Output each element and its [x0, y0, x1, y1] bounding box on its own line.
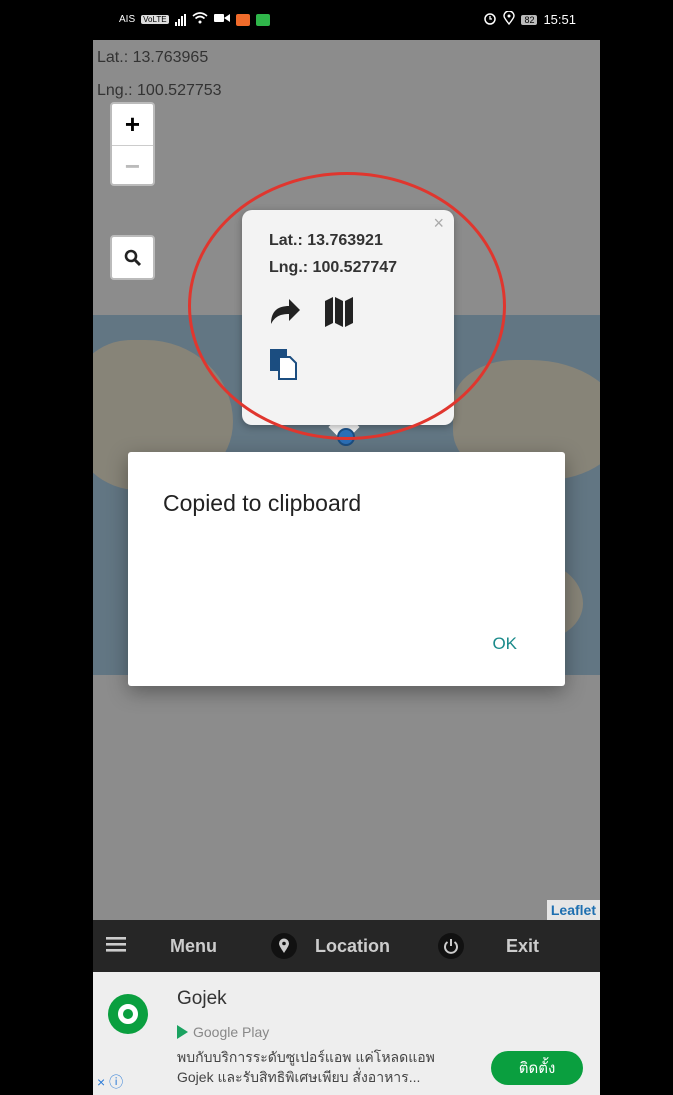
search-icon [124, 249, 141, 266]
dialog-message: Copied to clipboard [163, 490, 362, 516]
ad-install-button[interactable]: ติดตั้ง [491, 1051, 583, 1085]
gojek-logo [108, 994, 148, 1034]
carrier-label: AIS [119, 14, 136, 25]
current-lat: Lat.: 13.763965 [97, 49, 209, 66]
ad-store: Google Play [177, 1024, 269, 1040]
clock-text: 15:51 [543, 12, 576, 27]
location-pin-icon [271, 933, 297, 959]
ad-title: Gojek [177, 988, 227, 1009]
nav-exit-label: Exit [506, 935, 540, 956]
ok-button[interactable]: OK [492, 634, 517, 654]
clipboard-dialog: Copied to clipboard OK [128, 452, 565, 686]
ad-description-line-2: Gojek และรับสิทธิพิเศษเพียบ สั่งอาหาร... [177, 1069, 421, 1085]
google-play-icon [177, 1025, 188, 1039]
location-status-icon [503, 10, 516, 28]
wifi-icon [192, 12, 208, 27]
nav-menu-label: Menu [170, 935, 217, 956]
status-right: 82 15:51 [483, 10, 576, 28]
ad-banner[interactable]: Gojek Google Play พบกับบริการระดับซูเปอร… [93, 972, 600, 1095]
phone-screen: AIS VoLTE 82 15:51 Lat.: 13.763965 Lng.:… [93, 0, 600, 1095]
signal-icon [174, 13, 186, 26]
annotation-circle [188, 172, 506, 440]
status-left: AIS VoLTE [119, 12, 270, 27]
hamburger-icon [106, 936, 126, 957]
nav-location-label: Location [315, 935, 390, 956]
nav-exit[interactable]: Exit [438, 920, 539, 972]
nav-location[interactable]: Location [271, 920, 390, 972]
zoom-in-button[interactable]: + [112, 104, 153, 145]
app-notification-icon-2 [255, 13, 270, 26]
bottom-nav: Menu Location Exit [93, 920, 600, 972]
alarm-icon [483, 11, 497, 28]
current-lng: Lng.: 100.527753 [97, 82, 222, 99]
video-icon [213, 12, 230, 27]
volte-badge: VoLTE [141, 15, 169, 24]
zoom-out-button[interactable]: − [112, 145, 153, 186]
leaflet-attribution[interactable]: Leaflet [546, 900, 600, 920]
status-bar: AIS VoLTE 82 15:51 [93, 0, 600, 40]
zoom-control: + − [110, 102, 155, 186]
nav-menu[interactable]: Menu [106, 920, 217, 972]
battery-icon: 82 [521, 14, 538, 25]
app-notification-icon [235, 13, 250, 26]
ad-store-label: Google Play [193, 1024, 270, 1040]
power-icon [438, 933, 464, 959]
ad-close-button[interactable]: × ⓘ [97, 1072, 123, 1092]
ad-description-line-1: พบกับบริการระดับซูเปอร์แอพ แค่โหลดแอพ [177, 1049, 435, 1065]
map-search-button[interactable] [110, 235, 155, 280]
